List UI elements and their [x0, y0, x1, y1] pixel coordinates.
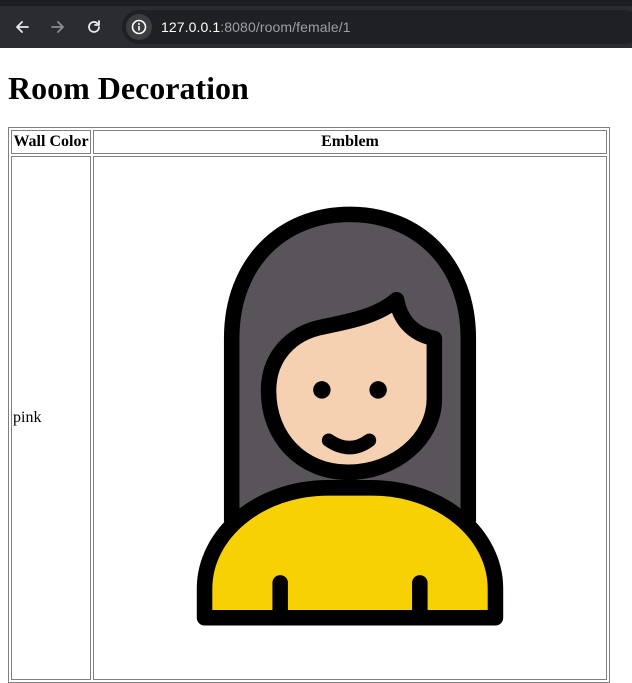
left-eye — [313, 381, 331, 399]
smile-mouth — [321, 433, 377, 455]
right-eye — [369, 381, 387, 399]
address-bar[interactable]: 127.0.0.1:8080/room/female/1 — [122, 10, 632, 44]
shirt-shape — [196, 480, 504, 626]
reload-button[interactable] — [80, 13, 108, 41]
table-row: pink — [11, 156, 607, 680]
arrow-left-icon — [16, 21, 29, 33]
url-path: :8080/room/female/1 — [220, 19, 351, 35]
page-title: Room Decoration — [8, 70, 249, 106]
emblem-cell — [93, 156, 607, 680]
info-icon — [131, 19, 147, 35]
url-host: 127.0.0.1 — [161, 19, 221, 35]
reload-icon — [88, 20, 100, 33]
wall-color-header: Wall Color — [11, 130, 91, 154]
back-button[interactable] — [8, 13, 36, 41]
table-header-row: Wall Color Emblem — [11, 130, 607, 154]
decoration-table: Wall Color Emblem pink — [8, 127, 610, 683]
emblem-header: Emblem — [93, 130, 607, 154]
female-avatar-icon — [196, 206, 504, 626]
wall-color-cell: pink — [11, 156, 91, 680]
forward-button[interactable] — [44, 13, 72, 41]
url-text[interactable]: 127.0.0.1:8080/room/female/1 — [161, 19, 351, 35]
browser-toolbar: 127.0.0.1:8080/room/female/1 — [0, 0, 632, 48]
arrow-right-icon — [51, 21, 64, 33]
site-info-button[interactable] — [126, 14, 152, 40]
